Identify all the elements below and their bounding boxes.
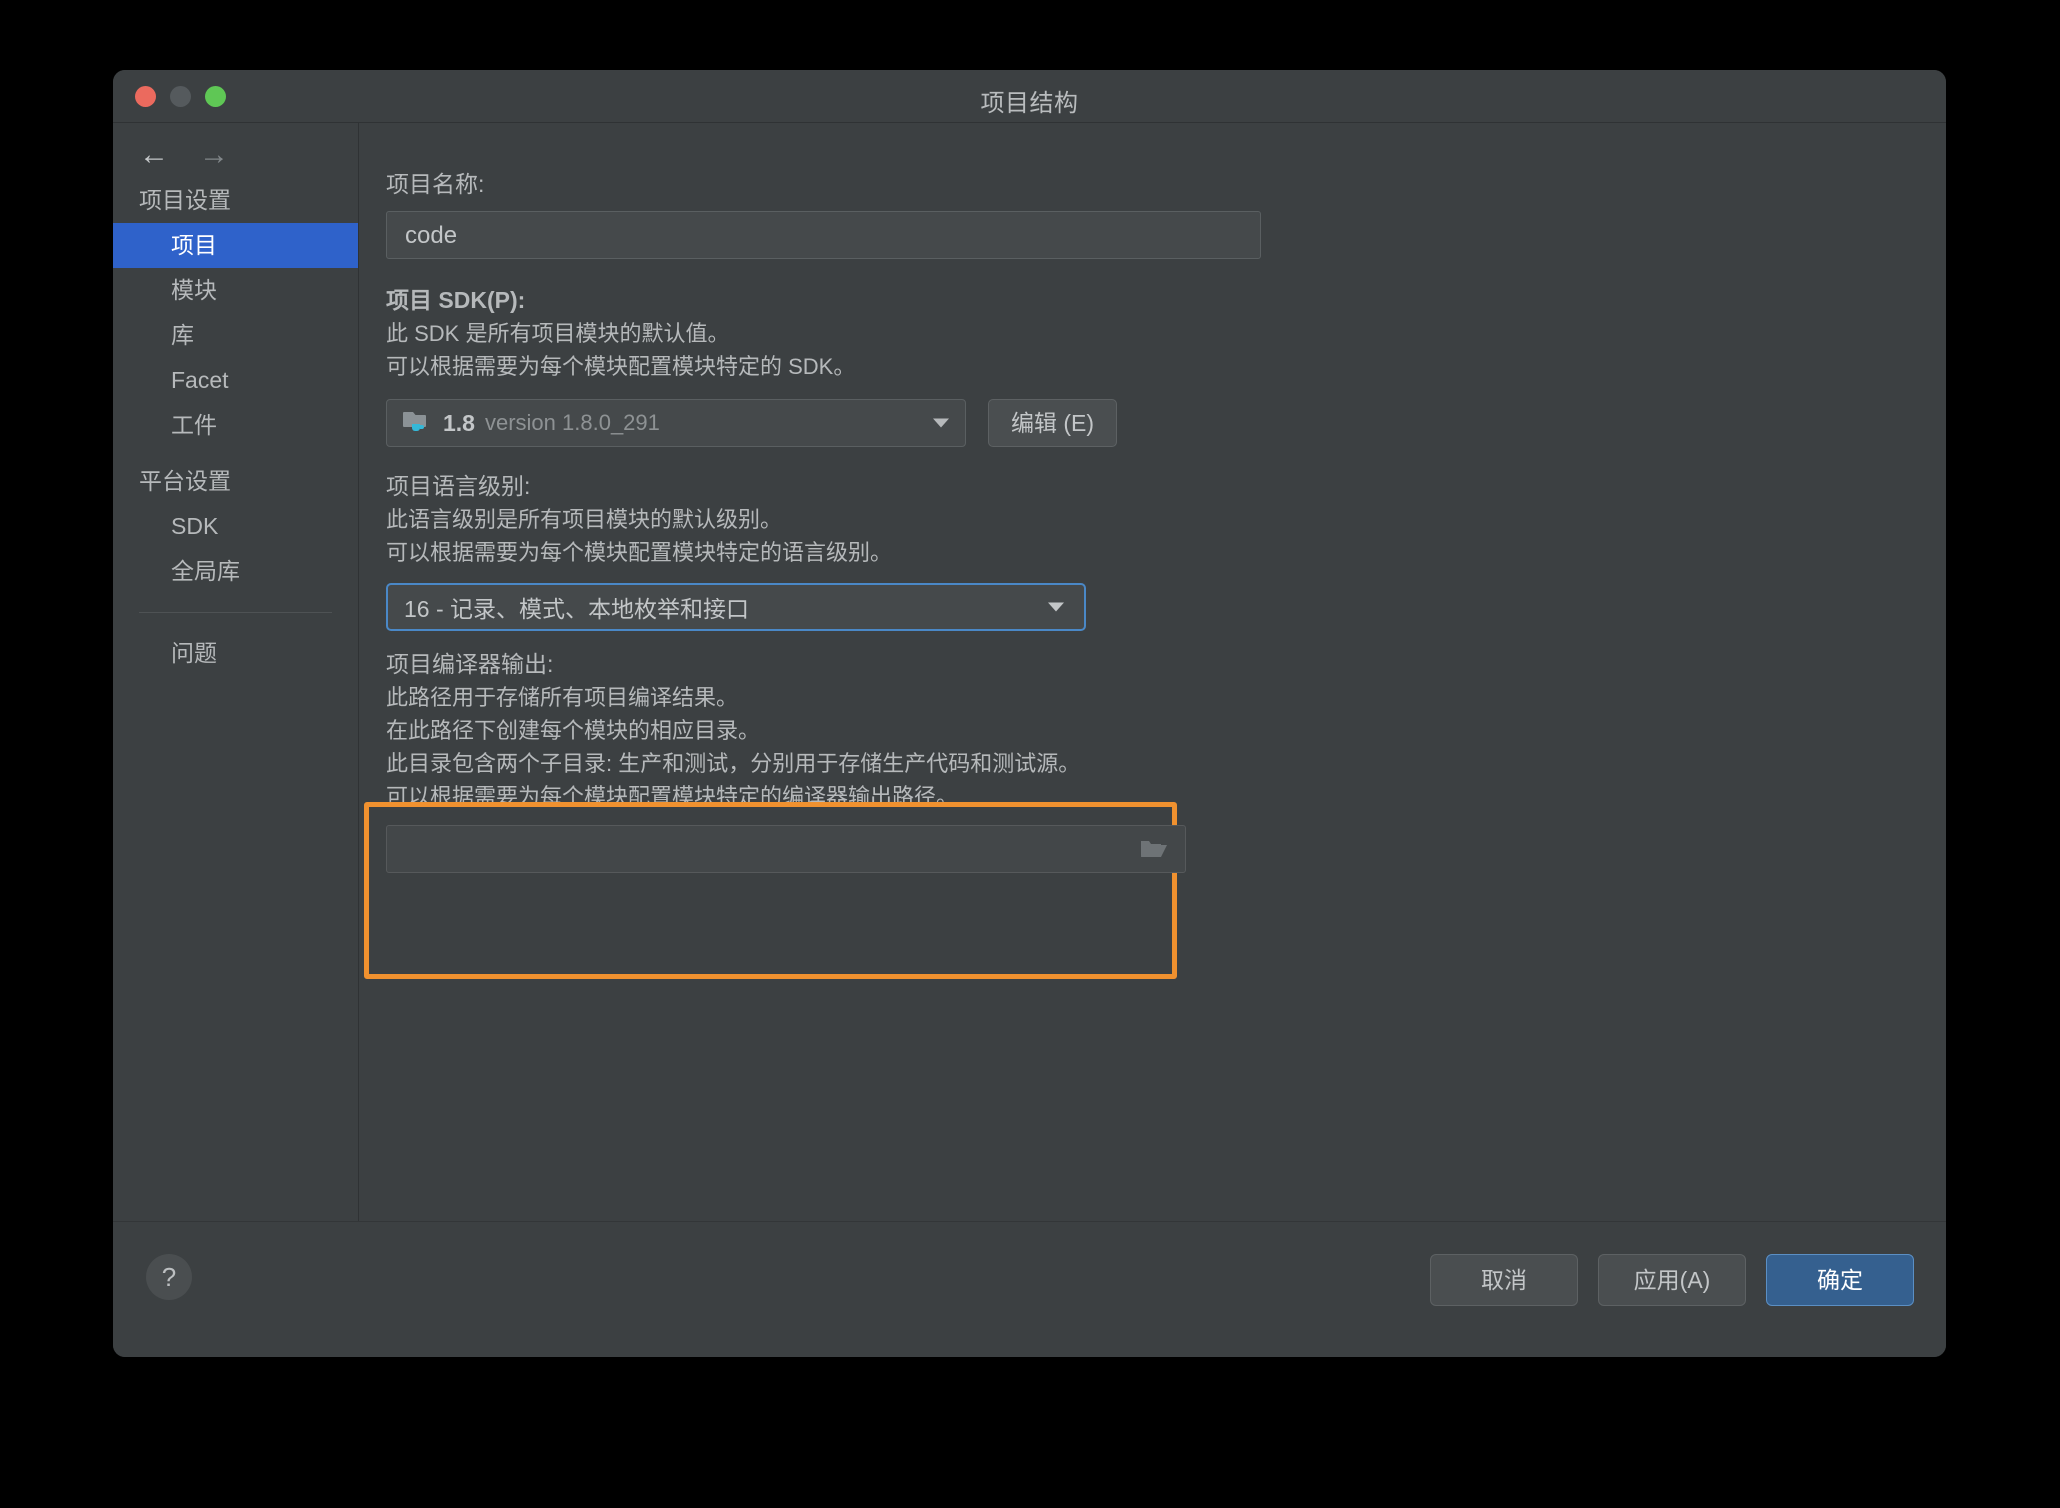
language-level-description-line-2: 可以根据需要为每个模块配置模块特定的语言级别。 (386, 536, 1946, 569)
language-level-value: 16 - 记录、模式、本地枚举和接口 (404, 590, 749, 624)
apply-button[interactable]: 应用(A) (1598, 1254, 1746, 1306)
chevron-down-icon (1048, 603, 1064, 612)
sidebar-item-global-libraries[interactable]: 全局库 (113, 549, 358, 594)
language-level-description-line-1: 此语言级别是所有项目模块的默认级别。 (386, 503, 1946, 536)
sidebar-item-artifacts[interactable]: 工件 (113, 403, 358, 448)
sidebar: ← → 项目设置 项目 模块 库 Facet 工件 平台设置 SDK 全局库 问… (113, 123, 359, 1221)
language-level-section: 项目语言级别: 此语言级别是所有项目模块的默认级别。 可以根据需要为每个模块配置… (359, 447, 1946, 631)
sidebar-item-sdks[interactable]: SDK (113, 504, 358, 549)
dialog-body: ← → 项目设置 项目 模块 库 Facet 工件 平台设置 SDK 全局库 问… (113, 123, 1946, 1221)
main-panel: 项目名称: code 项目 SDK(P): 此 SDK 是所有项目模块的默认值。… (359, 123, 1946, 1221)
navigation-arrows: ← → (113, 123, 358, 167)
sidebar-item-problems[interactable]: 问题 (113, 631, 358, 676)
cancel-button[interactable]: 取消 (1430, 1254, 1578, 1306)
sidebar-item-project[interactable]: 项目 (113, 223, 358, 268)
language-level-dropdown[interactable]: 16 - 记录、模式、本地枚举和接口 (386, 583, 1086, 631)
edit-sdk-button[interactable]: 编辑 (E) (988, 399, 1117, 447)
help-button[interactable]: ? (146, 1254, 192, 1300)
compiler-description-line-2: 在此路径下创建每个模块的相应目录。 (386, 714, 1946, 747)
footer-action-buttons: 取消 应用(A) 确定 (1430, 1254, 1914, 1306)
project-sdk-dropdown[interactable]: 1.8 version 1.8.0_291 (386, 399, 966, 447)
sdk-description-line-2: 可以根据需要为每个模块配置模块特定的 SDK。 (386, 350, 1946, 383)
window-title: 项目结构 (113, 83, 1946, 118)
compiler-description-line-1: 此路径用于存储所有项目编译结果。 (386, 681, 1946, 714)
forward-arrow-icon[interactable]: → (199, 140, 229, 170)
sidebar-group-project-settings: 项目设置 (113, 167, 358, 223)
title-bar: 项目结构 (113, 70, 1946, 123)
sdk-version: version 1.8.0_291 (485, 410, 660, 436)
back-arrow-icon[interactable]: ← (139, 140, 169, 170)
project-name-input[interactable]: code (386, 211, 1261, 259)
sdk-name: 1.8 (443, 410, 475, 437)
sidebar-group-platform-settings: 平台设置 (113, 448, 358, 504)
project-sdk-label: 项目 SDK(P): (386, 283, 1946, 317)
java-sdk-folder-icon (403, 408, 433, 439)
ok-button[interactable]: 确定 (1766, 1254, 1914, 1306)
compiler-output-label: 项目编译器输出: (386, 647, 1946, 681)
sidebar-item-modules[interactable]: 模块 (113, 268, 358, 313)
project-structure-window: 项目结构 ← → 项目设置 项目 模块 库 Facet 工件 平台设置 SDK … (113, 70, 1946, 1357)
project-name-label: 项目名称: (386, 167, 1946, 201)
sidebar-item-libraries[interactable]: 库 (113, 313, 358, 358)
sdk-description-line-1: 此 SDK 是所有项目模块的默认值。 (386, 317, 1946, 350)
sdk-selector-row: 1.8 version 1.8.0_291 编辑 (E) (386, 399, 1946, 447)
compiler-description-line-3: 此目录包含两个子目录: 生产和测试，分别用于存储生产代码和测试源。 (386, 747, 1946, 780)
sidebar-divider (139, 612, 332, 613)
language-level-label: 项目语言级别: (386, 469, 1946, 503)
compiler-description-line-4: 可以根据需要为每个模块配置模块特定的编译器输出路径。 (386, 780, 1946, 813)
sidebar-item-facets[interactable]: Facet (113, 358, 358, 403)
dialog-footer: ? 取消 应用(A) 确定 (113, 1221, 1946, 1357)
browse-folder-icon[interactable] (1139, 837, 1169, 861)
compiler-output-path-input[interactable] (386, 825, 1186, 873)
chevron-down-icon (933, 419, 949, 428)
